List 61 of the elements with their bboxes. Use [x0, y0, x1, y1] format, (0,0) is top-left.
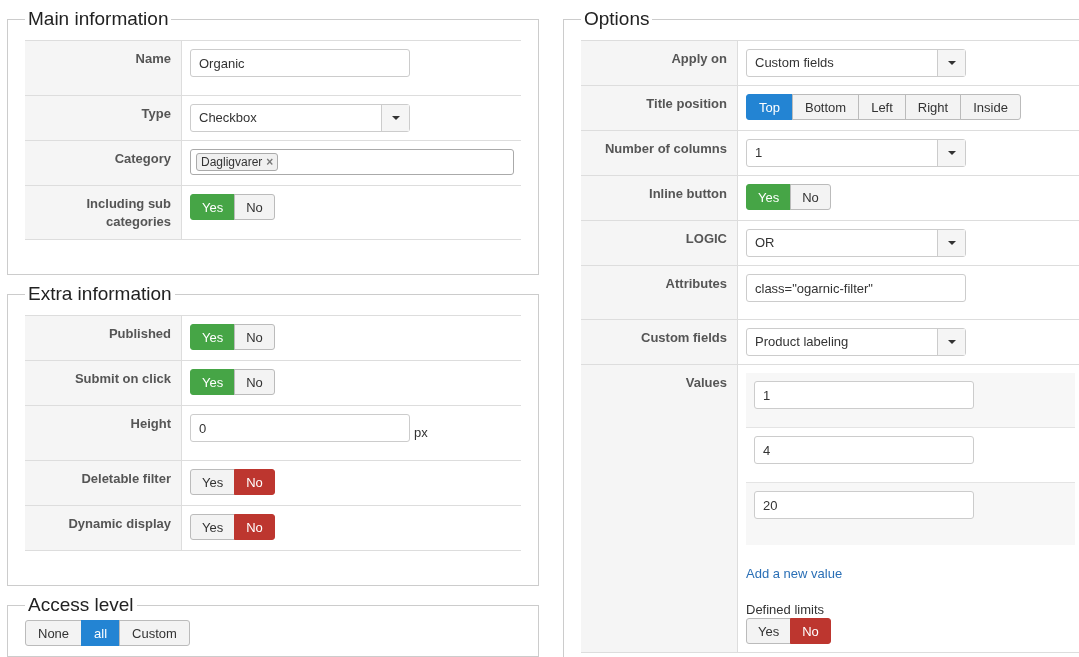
- toggle-option[interactable]: No: [234, 369, 275, 395]
- field-label: Custom fields: [581, 320, 738, 364]
- unit-label: px: [414, 424, 428, 442]
- segmented-option[interactable]: all: [81, 620, 121, 646]
- dropdown[interactable]: 1: [746, 139, 966, 167]
- field-label: Submit on click: [25, 361, 182, 405]
- field-label: Category: [25, 141, 182, 185]
- segmented-option[interactable]: None: [25, 620, 83, 646]
- dropdown[interactable]: Checkbox: [190, 104, 410, 132]
- field-label: Including sub categories: [25, 186, 182, 239]
- dropdown[interactable]: Product labeling: [746, 328, 966, 356]
- toggle-option[interactable]: No: [234, 469, 275, 495]
- tag-field[interactable]: Dagligvarer ×: [190, 149, 514, 175]
- section-title: Extra information: [27, 283, 173, 305]
- add-value-link[interactable]: Add a new value: [746, 566, 843, 581]
- field-label: Apply on: [581, 41, 738, 85]
- segmented-option[interactable]: Left: [858, 94, 906, 120]
- field-label: Name: [25, 41, 182, 95]
- toggle-option[interactable]: Yes: [190, 469, 236, 495]
- field-label: Title position: [581, 86, 738, 130]
- toggle-option[interactable]: Yes: [190, 514, 236, 540]
- field-label: Dynamic display: [25, 506, 182, 550]
- caret-icon: [391, 116, 400, 120]
- section-title: Options: [583, 8, 651, 30]
- segmented-option[interactable]: Top: [746, 94, 793, 120]
- dropdown[interactable]: OR: [746, 229, 966, 257]
- field-label: Inline button: [581, 176, 738, 220]
- toggle-option[interactable]: No: [234, 324, 275, 350]
- segmented-option[interactable]: Bottom: [791, 94, 860, 120]
- field-label: Height: [25, 406, 182, 460]
- text-field[interactable]: 0: [190, 414, 410, 442]
- text-field[interactable]: Organic: [190, 49, 410, 77]
- value-field[interactable]: 1: [754, 381, 974, 409]
- toggle-option[interactable]: No: [234, 514, 275, 540]
- caret-icon: [947, 241, 956, 245]
- text-field[interactable]: class="ogarnic-filter": [746, 274, 966, 302]
- caret-icon: [947, 340, 956, 344]
- section-title: Access level: [27, 594, 135, 616]
- toggle-option[interactable]: No: [790, 184, 831, 210]
- tag-remove[interactable]: ×: [266, 155, 274, 169]
- segmented-option[interactable]: Inside: [960, 94, 1021, 120]
- tag-label: Dagligvarer: [201, 155, 263, 169]
- section-title: Main information: [27, 8, 170, 30]
- field-label: Number of columns: [581, 131, 738, 175]
- value-field[interactable]: 4: [754, 436, 974, 464]
- field-label: LOGIC: [581, 221, 738, 265]
- caret-icon: [947, 151, 956, 155]
- toggle-option[interactable]: Yes: [746, 618, 792, 644]
- toggle-option[interactable]: No: [234, 194, 275, 220]
- segmented-option[interactable]: Right: [904, 94, 962, 120]
- value-field[interactable]: 20: [754, 491, 974, 519]
- field-label: Deletable filter: [25, 461, 182, 505]
- segmented-option[interactable]: Custom: [119, 620, 190, 646]
- field-label: Values: [581, 365, 738, 652]
- dropdown[interactable]: Custom fields: [746, 49, 966, 77]
- field-label: Published: [25, 316, 182, 360]
- field-label: Type: [25, 96, 182, 140]
- caret-icon: [947, 61, 956, 65]
- field-label: Defined limits: [746, 602, 825, 618]
- field-label: Attributes: [581, 266, 738, 319]
- toggle-option[interactable]: No: [790, 618, 831, 644]
